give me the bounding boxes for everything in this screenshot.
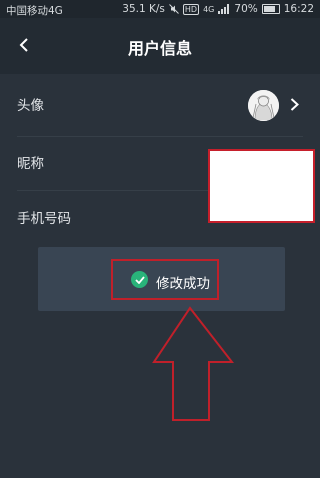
page-title: 用户信息 bbox=[127, 39, 192, 58]
nav-bar: 用户信息 bbox=[0, 18, 320, 74]
check-circle-icon bbox=[131, 271, 148, 288]
network-type: 4G bbox=[203, 4, 215, 14]
phone-label: 手机号码 bbox=[17, 211, 71, 227]
avatar-image bbox=[248, 90, 279, 121]
redacted-value-box bbox=[208, 149, 315, 223]
battery-icon bbox=[261, 4, 280, 14]
success-toast: 修改成功 bbox=[38, 247, 285, 311]
user-info-list: 头像 昵称 手机号码 修改成功 bbox=[0, 74, 320, 478]
hd-badge: HD bbox=[182, 3, 200, 15]
nickname-label: 昵称 bbox=[17, 156, 44, 172]
avatar-label: 头像 bbox=[17, 98, 44, 114]
avatar[interactable] bbox=[248, 90, 279, 121]
status-right: 35.1 K/s HD 4G 70% 16:22 bbox=[122, 3, 314, 15]
network-speed: 35.1 K/s bbox=[122, 3, 165, 15]
clock: 16:22 bbox=[283, 3, 314, 15]
mute-icon bbox=[169, 4, 179, 14]
battery-percent: 70% bbox=[234, 3, 258, 15]
highlight-box: 修改成功 bbox=[111, 259, 219, 300]
chevron-right-icon bbox=[290, 98, 299, 111]
avatar-row[interactable]: 头像 bbox=[0, 76, 320, 132]
signal-icon bbox=[218, 4, 230, 14]
carrier-label: 中国移动4G bbox=[6, 5, 63, 17]
arrow-up-icon bbox=[152, 306, 234, 421]
toast-message: 修改成功 bbox=[156, 276, 210, 292]
status-bar: 中国移动4G 35.1 K/s HD 4G 70% 16:22 bbox=[0, 0, 320, 18]
